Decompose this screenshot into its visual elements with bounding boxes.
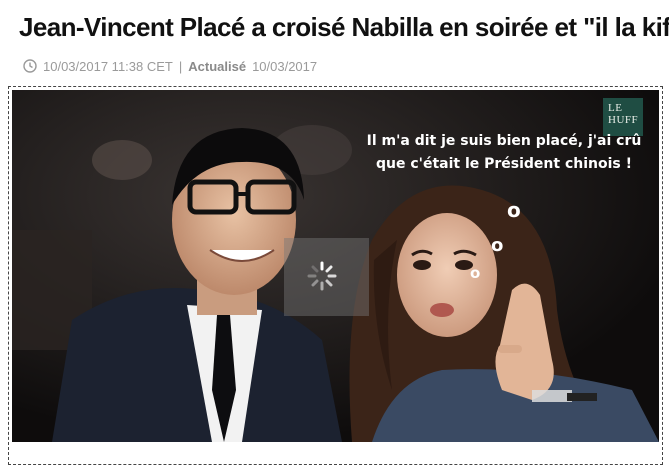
- thought-bubble-medium: o: [491, 235, 504, 256]
- article-headline: Jean-Vincent Placé a croisé Nabilla en s…: [19, 12, 669, 42]
- thought-bubble-small: o: [470, 264, 481, 282]
- clock-icon: [23, 59, 37, 73]
- article-photo[interactable]: LE HUFF Il m'a dit je suis bien placé, j…: [12, 90, 659, 442]
- updated-label: Actualisé: [188, 58, 247, 74]
- published-date: 10/03/2017 11:38 CET: [43, 58, 173, 74]
- logo-line-1: LE: [608, 102, 623, 114]
- photo-caption: Il m'a dit je suis bien placé, j'ai crû …: [366, 133, 642, 172]
- photo-bottom-margin: [12, 442, 659, 460]
- loading-spinner-icon: [307, 261, 337, 291]
- meta-separator: |: [178, 58, 183, 74]
- loading-overlay: [284, 238, 369, 316]
- thought-bubble-large: o: [507, 198, 521, 222]
- updated-date: 10/03/2017: [252, 58, 318, 74]
- logo-line-2: HUFF: [608, 114, 639, 126]
- article-meta: 10/03/2017 11:38 CET | Actualisé 10/03/2…: [23, 58, 317, 74]
